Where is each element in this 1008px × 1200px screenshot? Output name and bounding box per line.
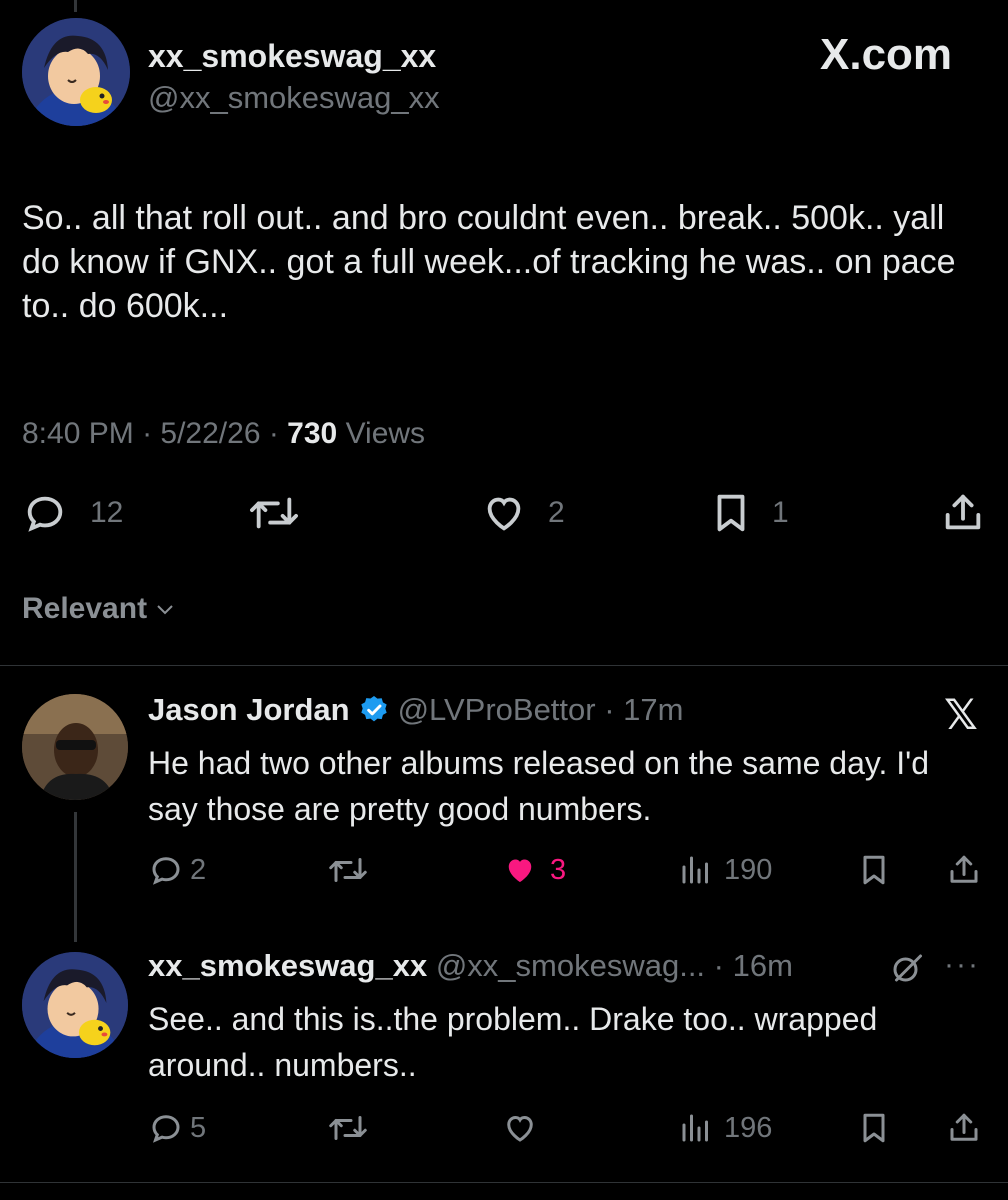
author-handle[interactable]: @xx_smokeswag_xx	[148, 80, 440, 116]
retweet-button[interactable]	[246, 490, 302, 536]
bookmark-count: 1	[772, 496, 789, 529]
thread-connector-top	[74, 0, 77, 12]
avatar-image	[22, 18, 130, 126]
tweet-text: So.. all that roll out.. and bro couldnt…	[22, 199, 956, 325]
heart-icon	[507, 1115, 533, 1142]
reply-icon	[27, 496, 63, 532]
reply-author-name[interactable]: xx_smokeswag_xx	[148, 948, 427, 984]
reply-text: He had two other albums released on the …	[148, 745, 930, 827]
sort-label: Relevant	[22, 592, 148, 625]
divider	[0, 1182, 1008, 1183]
author-name[interactable]: xx_smokeswag_xx	[148, 38, 436, 75]
bookmark-icon	[863, 1113, 885, 1143]
bookmark-button[interactable]	[856, 1110, 892, 1146]
share-icon	[950, 855, 978, 883]
reply-header: xx_smokeswag_xx @xx_smokeswag... · 16m	[148, 948, 793, 984]
views-button[interactable]: 190	[678, 852, 772, 888]
tweet-meta: 8:40 PM · 5/22/26 · 730 Views	[22, 417, 426, 450]
reply-avatar-image	[22, 952, 128, 1058]
retweet-icon	[329, 858, 367, 882]
retweet-button[interactable]	[326, 1110, 370, 1146]
like-count: 3	[550, 853, 567, 886]
reply-button[interactable]: 2	[148, 852, 206, 888]
bookmark-icon	[717, 494, 745, 532]
retweet-button[interactable]	[326, 852, 370, 888]
reply-time[interactable]: 16m	[733, 948, 793, 984]
reply-author-handle[interactable]: @xx_smokeswag...	[436, 948, 705, 984]
views-count: 196	[724, 1111, 773, 1144]
share-icon	[950, 1113, 978, 1141]
reply-button[interactable]: 5	[148, 1110, 206, 1146]
thread-line	[74, 812, 77, 942]
reply-avatar-image	[22, 694, 128, 800]
retweet-icon	[329, 1116, 367, 1140]
x-logo-icon: 𝕏	[944, 691, 978, 738]
retweet-icon	[250, 497, 298, 529]
like-count: 2	[548, 496, 565, 529]
verified-badge-icon	[360, 696, 387, 722]
avatar[interactable]	[22, 18, 130, 126]
share-icon	[945, 494, 981, 530]
analytics-icon	[682, 1114, 708, 1142]
share-button[interactable]	[946, 852, 982, 888]
heart-filled-icon	[508, 859, 532, 882]
bookmark-button[interactable]: 1	[708, 490, 789, 536]
reply-time[interactable]: 17m	[623, 692, 683, 728]
heart-icon	[487, 497, 521, 531]
more-options-icon[interactable]: ···	[944, 948, 980, 982]
views-label: Views	[345, 417, 426, 450]
reply-avatar[interactable]	[22, 694, 128, 800]
reply-header: Jason Jordan @LVProBettor · 17m	[148, 692, 684, 728]
bookmark-icon	[863, 855, 885, 885]
reply-count: 12	[90, 496, 124, 529]
like-button[interactable]	[500, 1110, 550, 1146]
sort-dropdown[interactable]: Relevant	[22, 592, 177, 626]
share-button[interactable]	[946, 1110, 982, 1146]
reply-avatar[interactable]	[22, 952, 128, 1058]
reply-icon	[152, 1115, 180, 1143]
watermark: X.com	[820, 30, 953, 79]
like-button[interactable]: 2	[480, 490, 565, 536]
like-button[interactable]: 3	[500, 852, 566, 888]
bookmark-button[interactable]	[856, 852, 892, 888]
views-count: 730	[287, 417, 338, 450]
reply-text: See.. and this is..the problem.. Drake t…	[148, 1001, 878, 1083]
reply-button[interactable]: 12	[22, 490, 123, 536]
reply-count: 2	[190, 853, 207, 886]
divider	[0, 665, 1008, 666]
reply-author-name[interactable]: Jason Jordan	[148, 692, 350, 728]
analytics-icon	[682, 856, 708, 884]
reply-icon	[152, 857, 180, 885]
tweet-date[interactable]: 5/22/26	[160, 417, 260, 450]
views-count: 190	[724, 853, 773, 886]
tweet-time[interactable]: 8:40 PM	[22, 417, 134, 450]
reply-count: 5	[190, 1111, 207, 1144]
chevron-down-icon	[157, 605, 173, 615]
views-button[interactable]: 196	[678, 1110, 772, 1146]
grok-icon[interactable]	[888, 950, 926, 991]
share-button[interactable]	[940, 490, 986, 536]
reply-author-handle[interactable]: @LVProBettor	[398, 692, 596, 728]
